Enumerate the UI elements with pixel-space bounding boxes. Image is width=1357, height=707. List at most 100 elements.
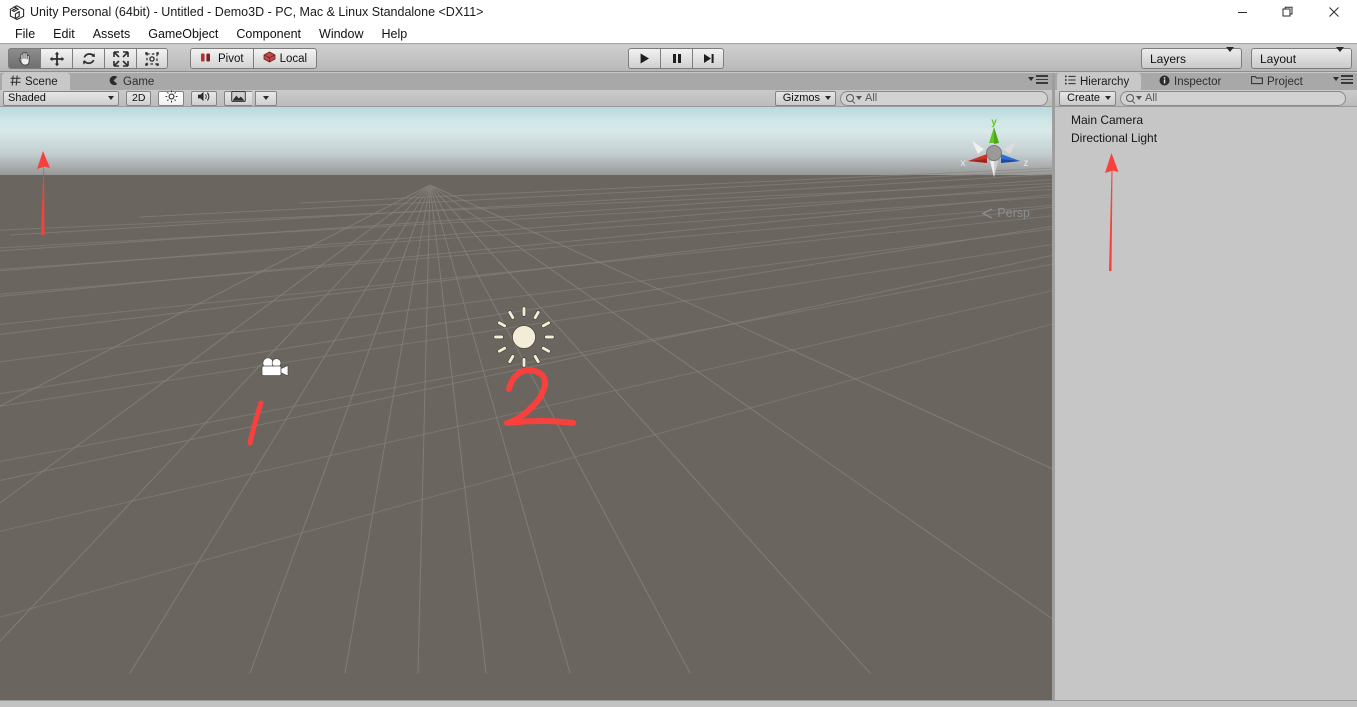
chevron-down-icon	[1226, 46, 1234, 66]
local-label: Local	[279, 52, 308, 65]
layers-label: Layers	[1150, 51, 1187, 66]
speaker-audio-icon	[197, 90, 211, 106]
tab-game-label: Game	[123, 75, 155, 88]
axis-label-z: z	[1024, 158, 1029, 169]
list-item[interactable]: Directional Light	[1055, 129, 1357, 147]
tab-project-label: Project	[1267, 75, 1303, 88]
info-circle-icon	[1159, 75, 1170, 89]
gizmos-label: Gizmos	[782, 92, 820, 104]
search-icon	[1126, 94, 1135, 102]
scene-axis-gizmo[interactable]: y x z	[956, 113, 1032, 189]
close-button[interactable]	[1311, 0, 1357, 24]
perspective-label[interactable]: Persp	[981, 206, 1030, 220]
create-label: Create	[1067, 92, 1101, 104]
rect-transform-tool-button[interactable]	[136, 48, 168, 69]
gizmos-dropdown[interactable]: Gizmos	[774, 90, 836, 106]
layers-dropdown[interactable]: Layers	[1141, 46, 1242, 69]
audio-toggle-button[interactable]	[191, 90, 218, 106]
menu-help[interactable]: Help	[372, 25, 416, 43]
scene-grid-icon	[10, 74, 21, 89]
hierarchy-panel: Hierarchy Inspector Project Create All M…	[1055, 73, 1357, 707]
menu-bar: File Edit Assets GameObject Component Wi…	[0, 24, 1357, 44]
chevron-down-icon	[108, 96, 114, 100]
main-toolbar: Pivot Local Layers Layout	[0, 45, 1357, 72]
image-effects-icon	[231, 91, 247, 105]
hierarchy-search-input[interactable]: All	[1120, 90, 1347, 106]
menu-assets[interactable]: Assets	[84, 25, 140, 43]
draw-mode-label: Shaded	[8, 92, 46, 104]
chevron-down-icon	[1336, 46, 1344, 66]
chevron-down-icon	[263, 96, 270, 100]
pivot-local-group: Pivot Local	[190, 48, 318, 69]
minimize-button[interactable]	[1219, 0, 1265, 24]
scene-panel-options[interactable]	[1028, 75, 1048, 84]
pivot-icon	[200, 52, 214, 66]
scene-viewport[interactable]: y x z Persp	[0, 107, 1052, 673]
scene-search-value: All	[865, 92, 878, 104]
annotation-arrow-hierarchy	[1105, 153, 1119, 271]
unity-logo-icon	[6, 4, 28, 20]
play-button[interactable]	[628, 48, 660, 69]
step-button[interactable]	[692, 48, 724, 69]
search-icon	[846, 94, 854, 102]
directional-light-gizmo-icon[interactable]	[493, 306, 555, 368]
scene-search-input[interactable]: All	[840, 90, 1048, 106]
game-pacman-icon	[108, 75, 119, 89]
chevron-down-icon	[825, 96, 831, 100]
menu-window[interactable]: Window	[310, 25, 372, 43]
tab-inspector-label: Inspector	[1174, 75, 1222, 88]
local-toggle-button[interactable]: Local	[252, 48, 318, 69]
scene-panel: Scene Game Shaded 2D Gizmos All y x z Pe…	[0, 73, 1052, 707]
tab-scene[interactable]: Scene	[2, 73, 70, 90]
playback-controls	[628, 48, 724, 69]
pause-button[interactable]	[660, 48, 692, 69]
hierarchy-list-icon	[1065, 75, 1076, 88]
title-bar: Unity Personal (64bit) - Untitled - Demo…	[0, 0, 1357, 24]
window-title: Unity Personal (64bit) - Untitled - Demo…	[30, 5, 484, 19]
draw-mode-dropdown[interactable]: Shaded	[3, 90, 119, 106]
window-controls	[1219, 0, 1357, 24]
effects-dropdown-button[interactable]	[255, 90, 278, 106]
layout-label: Layout	[1260, 51, 1297, 66]
hierarchy-panel-options[interactable]	[1333, 75, 1353, 84]
menu-component[interactable]: Component	[227, 25, 310, 43]
list-item[interactable]: Main Camera	[1055, 111, 1357, 129]
panel-options-icon	[1341, 75, 1353, 84]
menu-edit[interactable]: Edit	[44, 25, 84, 43]
scale-tool-button[interactable]	[104, 48, 136, 69]
create-dropdown-button[interactable]: Create	[1059, 90, 1117, 106]
chevron-down-icon	[1333, 77, 1339, 82]
tab-game[interactable]: Game	[100, 73, 166, 90]
axis-label-x: x	[961, 158, 966, 169]
tab-hierarchy[interactable]: Hierarchy	[1057, 73, 1142, 90]
rotate-tool-button[interactable]	[72, 48, 104, 69]
hierarchy-object-list: Main Camera Directional Light	[1055, 107, 1357, 707]
scene-tab-strip: Scene Game	[0, 73, 1052, 90]
view-2d-label: 2D	[132, 92, 146, 104]
pivot-label: Pivot	[218, 52, 244, 65]
effects-toggle-button[interactable]	[224, 90, 253, 106]
layout-dropdown[interactable]: Layout	[1251, 46, 1352, 69]
maximize-button[interactable]	[1265, 0, 1311, 24]
unity-editor-window: Unity Personal (64bit) - Untitled - Demo…	[0, 0, 1357, 707]
chevron-down-icon	[1136, 96, 1143, 100]
tab-hierarchy-label: Hierarchy	[1080, 75, 1130, 88]
sun-lighting-icon	[165, 90, 178, 106]
hand-tool-button[interactable]	[8, 48, 40, 69]
menu-file[interactable]: File	[6, 25, 44, 43]
hierarchy-toolbar: Create All	[1055, 90, 1357, 107]
chevron-down-icon	[1028, 77, 1034, 82]
tab-project[interactable]: Project	[1243, 73, 1315, 90]
scene-toolbar: Shaded 2D Gizmos All	[0, 90, 1052, 107]
folder-icon	[1251, 75, 1263, 88]
move-tool-button[interactable]	[40, 48, 72, 69]
lighting-toggle-button[interactable]	[158, 90, 185, 106]
status-bar	[0, 700, 1357, 707]
main-camera-gizmo-icon[interactable]	[258, 355, 292, 383]
toggle-2d-button[interactable]: 2D	[126, 90, 152, 106]
scene-toolbar-right: Gizmos All	[774, 90, 1048, 106]
tab-inspector[interactable]: Inspector	[1151, 73, 1233, 90]
pivot-toggle-button[interactable]: Pivot	[190, 48, 253, 69]
tab-scene-label: Scene	[25, 75, 58, 88]
menu-gameobject[interactable]: GameObject	[139, 25, 227, 43]
